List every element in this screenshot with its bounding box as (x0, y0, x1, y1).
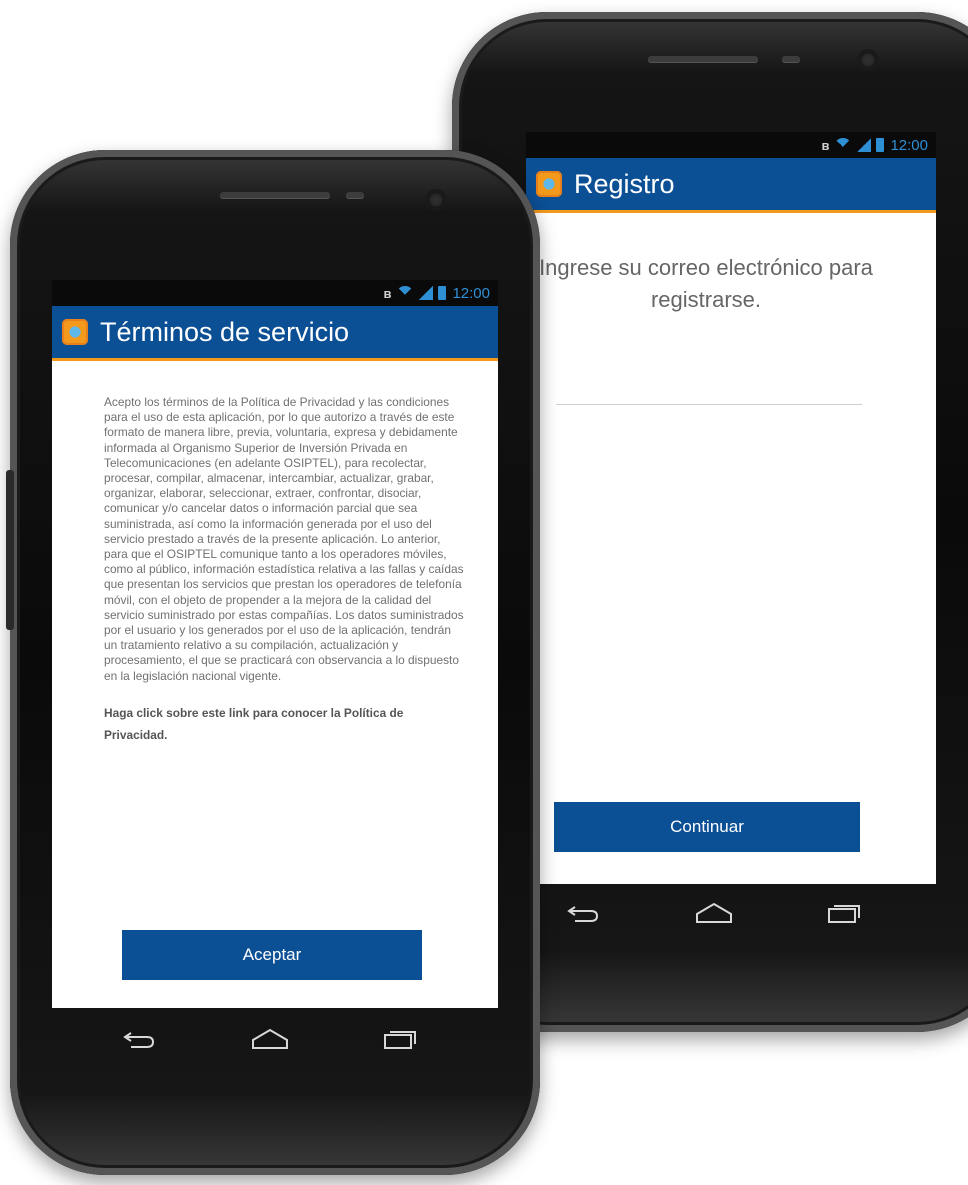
wifi-icon (396, 286, 414, 300)
page-title: Registro (574, 168, 675, 199)
status-bar: ʙ 12:00 (526, 132, 936, 158)
battery-icon (876, 138, 885, 152)
home-icon[interactable] (250, 1026, 290, 1052)
registro-screen: ʙ 12:00 Registro Ingrese su correo elect… (526, 132, 936, 884)
earpiece (220, 192, 330, 198)
bluetooth-icon: ʙ (383, 285, 392, 301)
earpiece (648, 56, 758, 62)
back-arrow-icon[interactable] (564, 900, 604, 926)
front-camera (860, 52, 876, 68)
privacy-policy-link[interactable]: Haga click sobre este link para conocer … (104, 702, 466, 746)
registration-prompt: Ingrese su correo electrónico para regis… (539, 255, 873, 312)
signal-icon (857, 138, 872, 152)
navigation-bar (564, 900, 864, 926)
wifi-icon (834, 138, 852, 152)
status-bar: ʙ 12:00 (52, 280, 498, 306)
status-time: 12:00 (890, 136, 928, 154)
battery-icon (438, 286, 447, 300)
status-time: 12:00 (452, 284, 490, 302)
back-arrow-icon[interactable] (120, 1026, 160, 1052)
front-camera (428, 192, 444, 208)
bluetooth-icon: ʙ (821, 137, 830, 153)
signal-icon (419, 286, 434, 300)
app-logo-icon (62, 319, 88, 345)
page-title: Términos de servicio (100, 316, 350, 347)
recent-apps-icon[interactable] (824, 900, 864, 926)
home-icon[interactable] (694, 900, 734, 926)
volume-button (6, 470, 14, 630)
recent-apps-icon[interactable] (380, 1026, 420, 1052)
app-logo-icon (536, 171, 562, 197)
sensor (782, 56, 800, 62)
terms-content: Acepto los términos de la Política de Pr… (52, 361, 498, 746)
terms-text: Acepto los términos de la Política de Pr… (104, 395, 464, 683)
email-field[interactable] (556, 372, 862, 405)
accept-button[interactable]: Aceptar (122, 930, 422, 980)
navigation-bar (120, 1026, 420, 1052)
continue-button[interactable]: Continuar (554, 802, 860, 852)
sensor (346, 192, 364, 198)
app-bar: Registro (526, 158, 936, 213)
app-bar: Términos de servicio (52, 306, 498, 361)
terminos-screen: ʙ 12:00 Términos de servicio Acepto los … (52, 280, 498, 1008)
phone-terminos: ʙ 12:00 Términos de servicio Acepto los … (6, 150, 540, 1175)
